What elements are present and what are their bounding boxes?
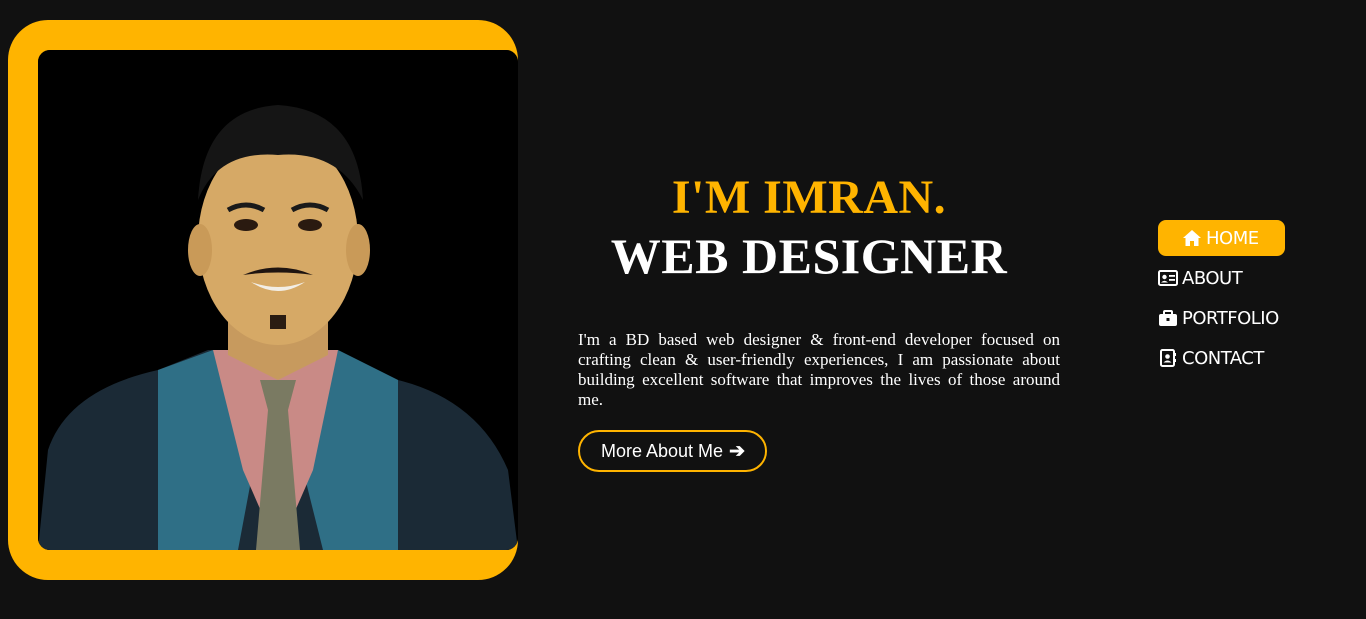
nav-item-label: PORTFOLIO — [1182, 307, 1279, 329]
nav-item-label: HOME — [1206, 227, 1259, 249]
nav-item-label: CONTACT — [1182, 347, 1264, 369]
briefcase-icon — [1158, 308, 1178, 328]
arrow-right-icon: ➔ — [729, 440, 745, 462]
home-icon — [1182, 228, 1202, 248]
id-card-icon — [1158, 268, 1178, 288]
profile-photo-frame — [8, 20, 518, 580]
nav-item-portfolio[interactable]: PORTFOLIO — [1158, 300, 1288, 336]
hero-name: I'M IMRAN. — [671, 171, 947, 224]
contact-book-icon — [1158, 348, 1178, 368]
more-about-me-button[interactable]: More About Me ➔ — [578, 430, 767, 472]
portrait-illustration — [38, 50, 518, 550]
nav-item-contact[interactable]: CONTACT — [1158, 340, 1288, 376]
profile-photo — [38, 50, 518, 550]
hero-role: WEB DESIGNER — [610, 228, 1008, 284]
nav-item-about[interactable]: ABOUT — [1158, 260, 1288, 296]
hero-bio: I'm a BD based web designer & front-end … — [578, 330, 1060, 409]
main-nav: HOME ABOUT PORTFOLIO CONTACT — [1158, 220, 1288, 380]
nav-item-home[interactable]: HOME — [1158, 220, 1285, 256]
nav-item-label: ABOUT — [1182, 267, 1243, 289]
more-about-me-label: More About Me — [601, 440, 724, 461]
hero-section: I'M IMRAN. WEB DESIGNER I'm a BD based w… — [578, 170, 1060, 472]
